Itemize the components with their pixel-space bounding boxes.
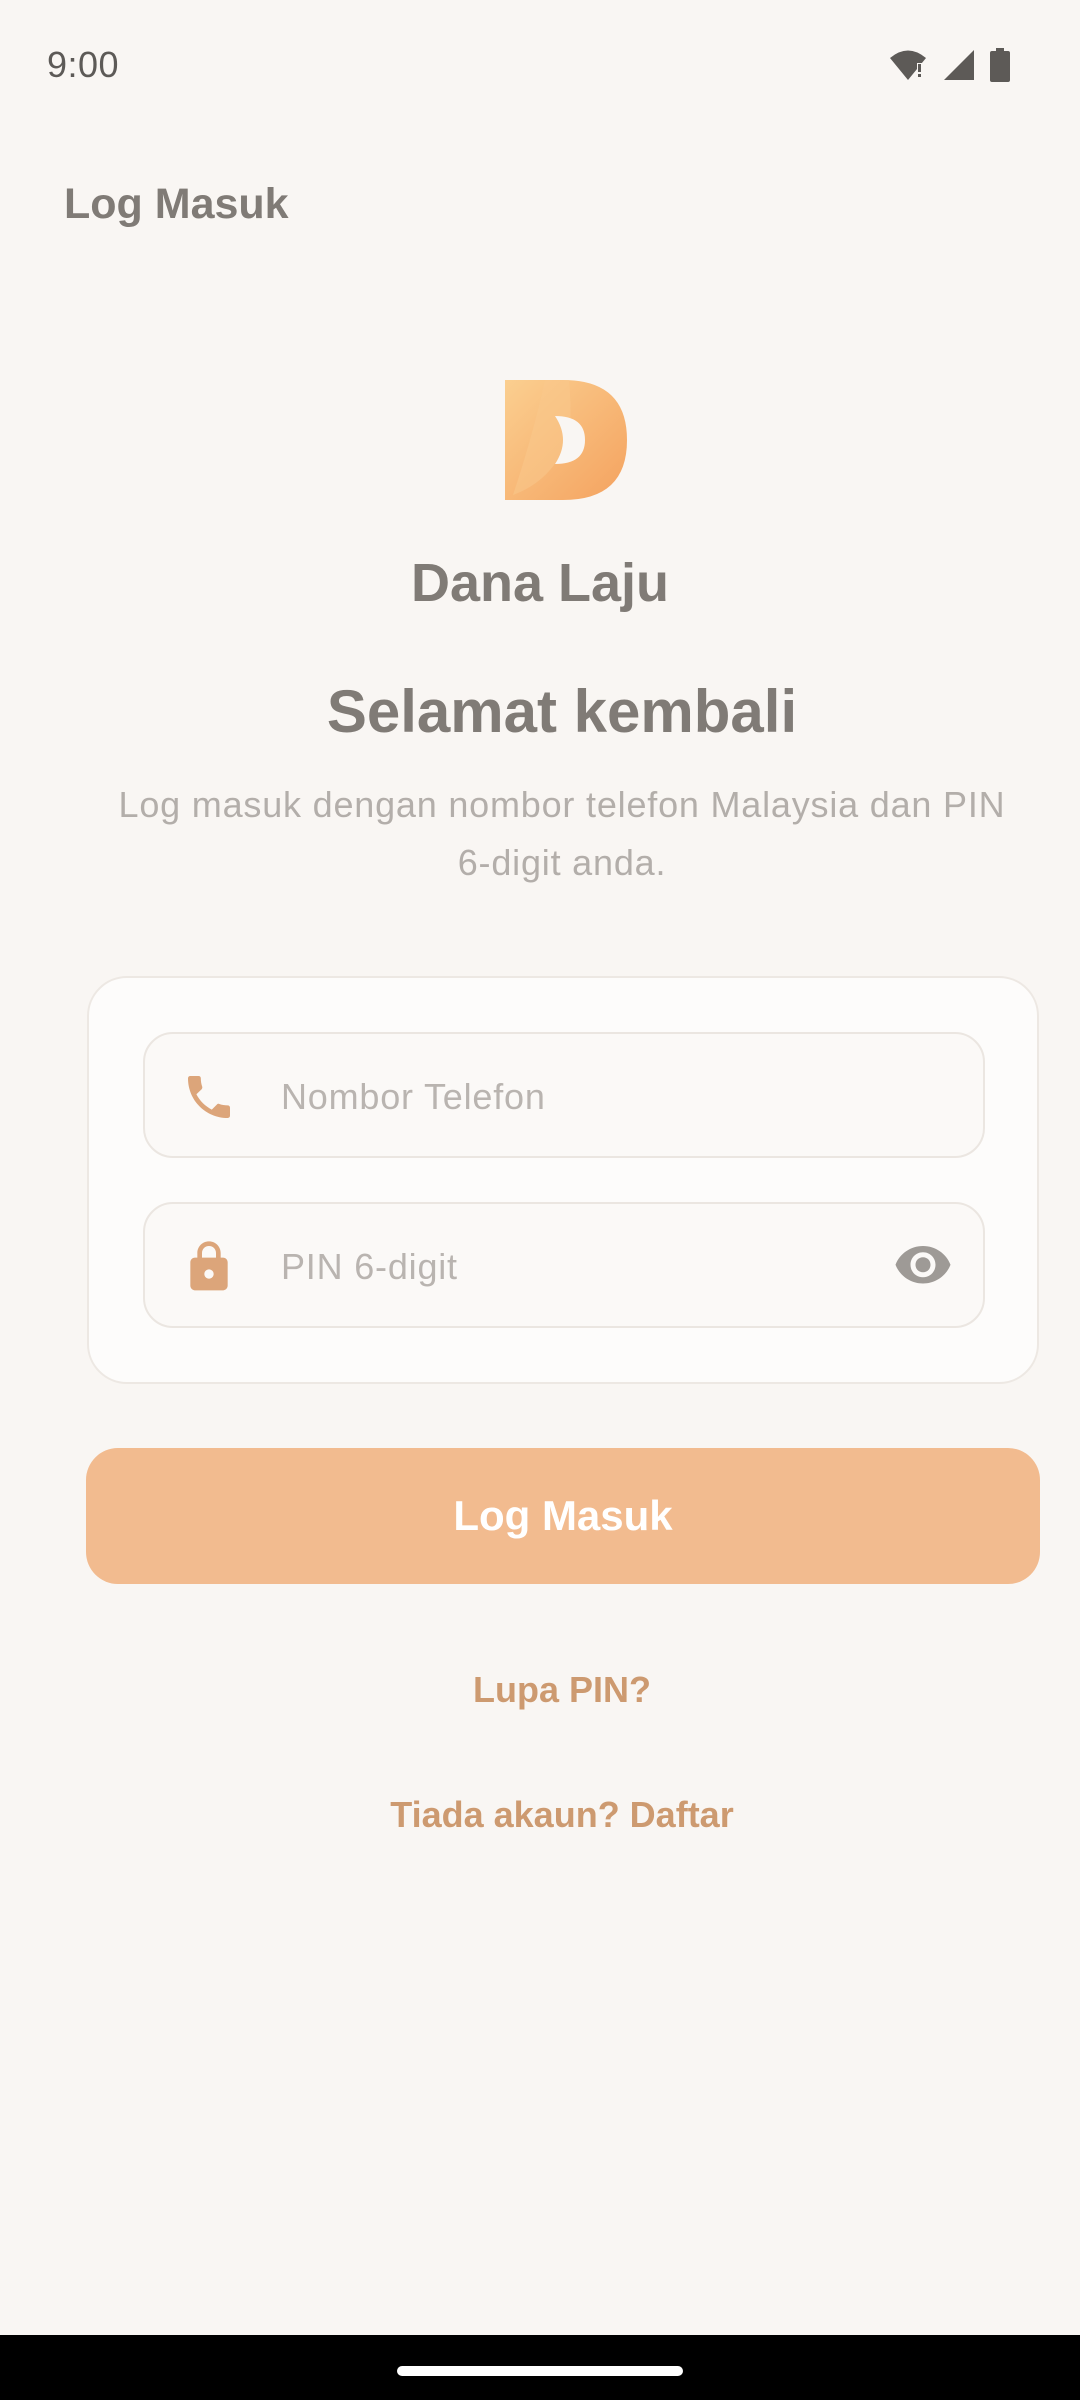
- pin-input[interactable]: PIN 6-digit: [281, 1246, 458, 1288]
- status-icons: [888, 48, 1010, 82]
- phone-input[interactable]: Nombor Telefon: [281, 1076, 546, 1118]
- phone-field[interactable]: Nombor Telefon: [143, 1032, 985, 1158]
- welcome-title: Selamat kembali: [326, 678, 798, 745]
- pin-field[interactable]: PIN 6-digit: [143, 1202, 985, 1328]
- login-screen: 9:00 Log Masuk Dana Laju Selamat kembali…: [0, 0, 1080, 2400]
- status-bar: 9:00: [0, 0, 1080, 140]
- app-bar-title: Log Masuk: [64, 180, 289, 228]
- status-time: 9:00: [47, 44, 120, 85]
- phone-icon: [188, 1076, 230, 1118]
- login-button[interactable]: Log Masuk: [86, 1448, 1040, 1584]
- eye-icon[interactable]: [893, 1242, 953, 1290]
- system-navigation-bar: [0, 2335, 1080, 2400]
- brand-name: Dana Laju: [410, 553, 670, 613]
- wifi-alert-icon: [890, 50, 926, 80]
- login-form-card: Nombor Telefon PIN 6-digit: [87, 976, 1039, 1384]
- battery-icon: [990, 48, 1010, 82]
- dana-laju-logo: [505, 380, 627, 500]
- forgot-pin-link[interactable]: Lupa PIN?: [0, 1669, 1080, 1711]
- lock-icon: [190, 1241, 228, 1291]
- home-gesture-handle[interactable]: [397, 2366, 683, 2376]
- welcome-subtitle: Log masuk dengan nombor telefon Malaysia…: [118, 784, 1006, 883]
- register-link[interactable]: Tiada akaun? Daftar: [0, 1794, 1080, 1836]
- cellular-signal-icon: [944, 50, 974, 80]
